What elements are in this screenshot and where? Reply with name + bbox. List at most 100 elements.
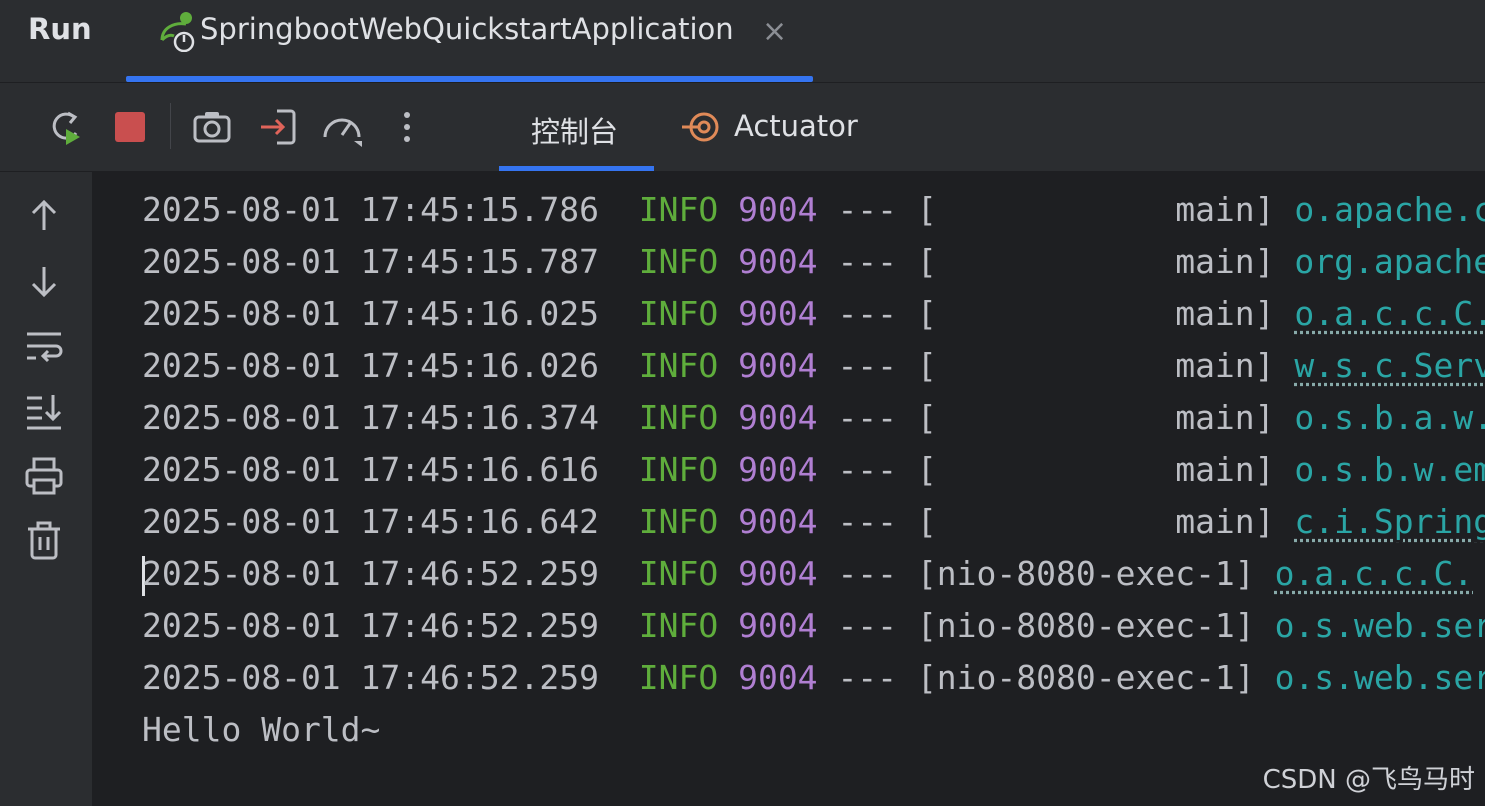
log-timestamp: 2025-08-01 17:46:52.259	[142, 606, 599, 645]
print-icon[interactable]	[22, 454, 66, 498]
scroll-to-end-icon[interactable]	[22, 389, 66, 433]
log-level: INFO	[638, 606, 719, 645]
log-thread: [ main]	[916, 242, 1275, 281]
log-level: INFO	[638, 346, 719, 385]
log-timestamp: 2025-08-01 17:45:15.786	[142, 190, 599, 229]
screenshot-icon[interactable]	[190, 105, 234, 149]
console-line: 2025-08-01 17:45:16.616 INFO 9004 --- [ …	[142, 444, 1485, 496]
log-separator: ---	[837, 190, 898, 229]
log-logger[interactable]: o.a.c.c.C.	[1275, 554, 1474, 593]
arrow-down-icon[interactable]	[22, 259, 66, 303]
log-timestamp: 2025-08-01 17:45:16.025	[142, 294, 599, 333]
arrow-up-icon[interactable]	[22, 194, 66, 238]
tab-console-label: 控制台	[531, 115, 619, 149]
log-separator: ---	[837, 450, 898, 489]
log-timestamp: 2025-08-01 17:45:16.616	[142, 450, 599, 489]
active-tab-indicator	[499, 166, 654, 171]
console-line-output: Hello World~	[142, 704, 380, 756]
console-output[interactable]: x 2025-08-01 17:45:15.786 INFO 9004 --- …	[92, 172, 1485, 806]
log-timestamp: 2025-08-01 17:46:52.259	[142, 554, 599, 593]
run-toolbar: 控制台 Actuator	[0, 83, 1485, 172]
log-logger[interactable]: org.apache	[1294, 242, 1485, 281]
tool-window-header: Run SpringbootWebQuickstartApplication ×	[0, 0, 1485, 83]
actuator-icon	[682, 112, 719, 142]
log-timestamp: 2025-08-01 17:45:16.026	[142, 346, 599, 385]
console-line: 2025-08-01 17:45:16.025 INFO 9004 --- [ …	[142, 288, 1485, 340]
log-thread: [ main]	[916, 346, 1275, 385]
log-logger[interactable]: c.i.Springb	[1294, 502, 1485, 541]
log-level: INFO	[638, 554, 719, 593]
log-level: INFO	[638, 242, 719, 281]
log-level: INFO	[638, 294, 719, 333]
log-pid: 9004	[738, 606, 818, 645]
tab-console[interactable]: 控制台	[499, 83, 654, 171]
log-thread: [ main]	[916, 294, 1275, 333]
soft-wrap-icon[interactable]	[22, 324, 66, 368]
log-separator: ---	[837, 346, 898, 385]
log-level: INFO	[638, 658, 719, 697]
tab-actuator-label: Actuator	[734, 109, 858, 143]
log-pid: 9004	[738, 242, 818, 281]
log-pid: 9004	[738, 346, 818, 385]
log-separator: ---	[837, 554, 898, 593]
console-line: 2025-08-01 17:45:16.026 INFO 9004 --- [ …	[142, 340, 1485, 392]
log-level: INFO	[638, 398, 719, 437]
log-timestamp: 2025-08-01 17:45:15.787	[142, 242, 599, 281]
console-line: 2025-08-01 17:45:16.374 INFO 9004 --- [ …	[142, 392, 1485, 444]
tool-window-title: Run	[28, 12, 92, 46]
tab-actuator[interactable]: Actuator	[668, 83, 868, 171]
log-separator: ---	[837, 502, 898, 541]
log-pid: 9004	[738, 658, 818, 697]
console-line: 2025-08-01 17:46:52.259 INFO 9004 --- [n…	[142, 652, 1485, 704]
log-level: INFO	[638, 190, 719, 229]
console-line: 2025-08-01 17:45:16.642 INFO 9004 --- [ …	[142, 496, 1485, 548]
log-thread: [nio-8080-exec-1]	[916, 658, 1255, 697]
log-thread: [nio-8080-exec-1]	[916, 554, 1255, 593]
log-level: INFO	[638, 502, 719, 541]
more-icon[interactable]	[385, 105, 429, 149]
log-separator: ---	[837, 658, 898, 697]
stop-icon[interactable]	[108, 105, 152, 149]
console-side-toolbar	[0, 172, 92, 806]
log-pid: 9004	[738, 190, 818, 229]
log-timestamp: 2025-08-01 17:45:16.642	[142, 502, 599, 541]
log-pid: 9004	[738, 502, 818, 541]
log-pid: 9004	[738, 450, 818, 489]
log-level: INFO	[638, 450, 719, 489]
log-logger[interactable]: o.apache.ca	[1294, 190, 1485, 229]
log-logger[interactable]: o.s.b.a.w.s	[1294, 398, 1485, 437]
spring-boot-run-icon	[160, 12, 195, 52]
program-output: Hello World~	[142, 710, 381, 749]
log-pid: 9004	[738, 294, 818, 333]
log-pid: 9004	[738, 554, 818, 593]
log-separator: ---	[837, 606, 898, 645]
trash-icon[interactable]	[22, 519, 66, 563]
console-line: 2025-08-01 17:46:52.259 INFO 9004 --- [n…	[142, 548, 1473, 600]
log-separator: ---	[837, 398, 898, 437]
log-pid: 9004	[738, 398, 818, 437]
log-thread: [nio-8080-exec-1]	[916, 606, 1255, 645]
run-config-tab-label: SpringbootWebQuickstartApplication	[200, 12, 734, 46]
log-logger[interactable]: o.s.web.ser	[1275, 658, 1485, 697]
log-logger[interactable]: w.s.c.Servl	[1294, 346, 1485, 385]
log-thread: [ main]	[916, 190, 1275, 229]
close-tab-icon[interactable]: ×	[762, 14, 787, 49]
watermark: CSDN @飞鸟马时	[1262, 765, 1475, 795]
toolbar-separator	[170, 103, 171, 149]
log-timestamp: 2025-08-01 17:45:16.374	[142, 398, 599, 437]
run-config-tab[interactable]: SpringbootWebQuickstartApplication ×	[126, 0, 813, 82]
console-line: 2025-08-01 17:46:52.259 INFO 9004 --- [n…	[142, 600, 1485, 652]
performance-icon[interactable]	[320, 105, 364, 149]
login-icon[interactable]	[257, 105, 301, 149]
console-line: 2025-08-01 17:45:15.786 INFO 9004 --- [ …	[142, 184, 1485, 236]
log-thread: [ main]	[916, 450, 1275, 489]
log-logger[interactable]: o.s.b.w.emb	[1294, 450, 1485, 489]
active-tab-indicator	[126, 76, 813, 82]
log-logger[interactable]: o.a.c.c.C.	[1294, 294, 1485, 333]
log-logger[interactable]: o.s.web.ser	[1275, 606, 1485, 645]
log-separator: ---	[837, 294, 898, 333]
log-timestamp: 2025-08-01 17:46:52.259	[142, 658, 599, 697]
rerun-icon[interactable]	[44, 105, 88, 149]
log-separator: ---	[837, 242, 898, 281]
log-thread: [ main]	[916, 502, 1275, 541]
